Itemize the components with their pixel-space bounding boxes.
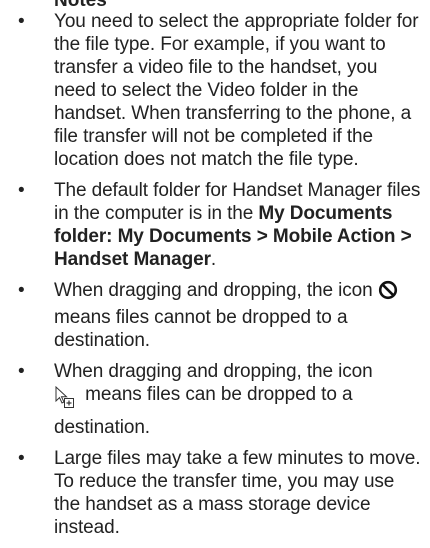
no-drop-icon [378, 280, 398, 306]
note-text-start: When dragging and dropping, the icon [54, 361, 373, 382]
bullet-marker: • [18, 361, 25, 382]
bullet-marker: • [18, 448, 25, 469]
list-item: • When dragging and dropping, the icon m… [0, 279, 430, 352]
list-item: • You need to select the appropriate fol… [0, 10, 430, 171]
note-text: You need to select the appropriate folde… [54, 11, 419, 170]
note-text-end: . [210, 249, 217, 270]
list-item: • When dragging and dropping, the icon m… [0, 360, 430, 439]
bullet-marker: • [18, 180, 25, 201]
bullet-marker: • [18, 11, 25, 32]
note-text: Large files may take a few minutes to mo… [54, 448, 421, 538]
note-text-end: means files cannot be dropped to a desti… [54, 307, 348, 351]
note-text-start: When dragging and dropping, the icon [54, 280, 378, 301]
list-item: • The default folder for Handset Manager… [0, 179, 430, 271]
notes-list: • You need to select the appropriate fol… [0, 10, 430, 539]
note-text: The default folder for Handset Manager f… [54, 180, 420, 270]
note-text-end: means files can be dropped to a destinat… [54, 384, 353, 438]
note-text: When dragging and dropping, the icon mea… [54, 280, 398, 351]
drag-copy-cursor-icon [54, 385, 76, 416]
list-item: • Large files may take a few minutes to … [0, 447, 430, 539]
bullet-marker: • [18, 280, 25, 301]
note-text: When dragging and dropping, the icon mea… [54, 361, 373, 438]
